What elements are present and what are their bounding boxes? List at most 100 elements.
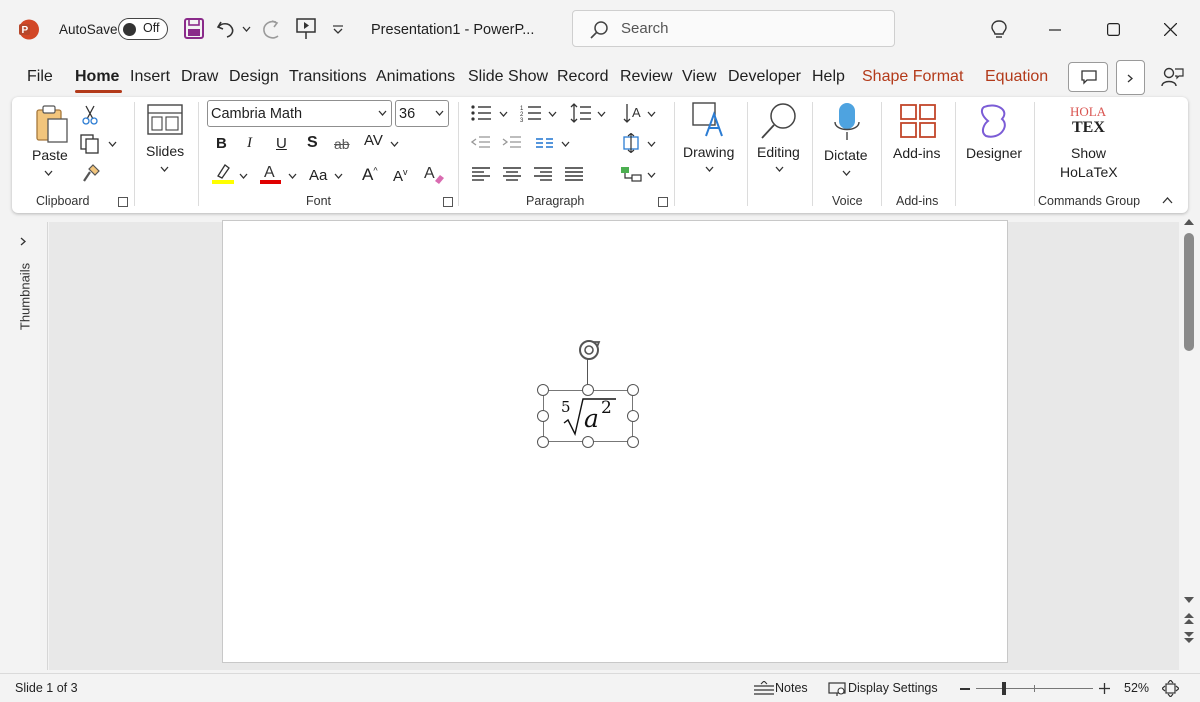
clipboard-launcher-icon[interactable] xyxy=(118,197,128,207)
change-case-icon[interactable]: Aa xyxy=(309,167,327,184)
resize-handle-bottom-right[interactable] xyxy=(627,436,639,448)
new-slide-icon[interactable] xyxy=(147,104,183,136)
tab-help[interactable]: Help xyxy=(812,68,845,86)
resize-handle-bottom[interactable] xyxy=(582,436,594,448)
text-direction-dropdown-icon[interactable] xyxy=(647,111,656,117)
columns-dropdown-icon[interactable] xyxy=(561,141,570,147)
font-launcher-icon[interactable] xyxy=(443,197,453,207)
line-spacing-dropdown-icon[interactable] xyxy=(597,111,606,117)
tab-file[interactable]: File xyxy=(27,68,53,86)
character-spacing-dropdown-icon[interactable] xyxy=(390,141,399,147)
font-color-dropdown-icon[interactable] xyxy=(288,173,297,179)
add-ins-icon[interactable] xyxy=(900,104,936,138)
tab-view[interactable]: View xyxy=(682,68,716,86)
text-shadow-icon[interactable]: S xyxy=(307,134,318,152)
expand-thumbnails-icon[interactable] xyxy=(20,237,27,246)
zoom-out-icon[interactable] xyxy=(960,688,970,690)
close-icon[interactable] xyxy=(1164,23,1177,36)
italic-icon[interactable]: I xyxy=(247,135,252,152)
smartart-dropdown-icon[interactable] xyxy=(647,172,656,178)
save-icon[interactable] xyxy=(184,18,204,39)
zoom-in-icon[interactable] xyxy=(1099,683,1110,694)
ribbon-more-button[interactable] xyxy=(1116,60,1145,95)
align-left-icon[interactable] xyxy=(472,166,490,182)
dictate-dropdown-icon[interactable] xyxy=(842,170,851,176)
tab-record[interactable]: Record xyxy=(557,68,609,86)
change-case-dropdown-icon[interactable] xyxy=(334,173,343,179)
strikethrough-icon[interactable]: ab xyxy=(334,136,350,152)
tab-review[interactable]: Review xyxy=(620,68,672,86)
smartart-icon[interactable] xyxy=(620,165,642,183)
highlight-dropdown-icon[interactable] xyxy=(239,173,248,179)
thumbnails-label[interactable]: Thumbnails xyxy=(18,257,33,337)
align-text-dropdown-icon[interactable] xyxy=(647,141,656,147)
drawing-label[interactable]: Drawing xyxy=(683,144,734,160)
zoom-slider-thumb[interactable] xyxy=(1002,682,1006,695)
autosave-toggle[interactable]: Off xyxy=(118,18,168,40)
justify-icon[interactable] xyxy=(565,166,583,182)
collapse-ribbon-icon[interactable] xyxy=(1162,197,1173,204)
columns-icon[interactable] xyxy=(536,137,554,149)
tab-shape-format[interactable]: Shape Format xyxy=(862,68,963,86)
previous-slide-icon[interactable] xyxy=(1183,612,1195,626)
tab-equation[interactable]: Equation xyxy=(985,68,1048,86)
designer-label[interactable]: Designer xyxy=(966,145,1022,161)
slides-label[interactable]: Slides xyxy=(146,143,184,159)
display-settings-button[interactable]: Display Settings xyxy=(848,681,938,695)
bullets-icon[interactable] xyxy=(470,104,492,122)
scrollbar-thumb[interactable] xyxy=(1184,233,1194,351)
align-right-icon[interactable] xyxy=(534,166,552,182)
tab-developer[interactable]: Developer xyxy=(728,68,801,86)
customize-toolbar-icon[interactable] xyxy=(333,25,343,34)
tab-slide-show[interactable]: Slide Show xyxy=(468,68,548,86)
designer-icon[interactable] xyxy=(978,104,1012,140)
maximize-icon[interactable] xyxy=(1107,23,1120,36)
next-slide-icon[interactable] xyxy=(1183,631,1195,645)
add-ins-label[interactable]: Add-ins xyxy=(893,145,940,161)
tab-insert[interactable]: Insert xyxy=(130,68,170,86)
tab-transitions[interactable]: Transitions xyxy=(289,68,367,86)
resize-handle-right[interactable] xyxy=(627,410,639,422)
editing-search-icon[interactable] xyxy=(759,102,799,140)
numbering-dropdown-icon[interactable] xyxy=(548,111,557,117)
rotate-handle-icon[interactable] xyxy=(576,338,602,362)
undo-dropdown-icon[interactable] xyxy=(242,26,251,32)
slides-dropdown-icon[interactable] xyxy=(160,166,169,172)
increase-font-size-icon[interactable]: A^ xyxy=(362,165,378,185)
paragraph-launcher-icon[interactable] xyxy=(658,197,668,207)
scroll-down-icon[interactable] xyxy=(1184,597,1194,604)
lightbulb-icon[interactable] xyxy=(991,20,1007,40)
display-settings-icon[interactable] xyxy=(828,682,846,696)
character-spacing-icon[interactable]: AV xyxy=(364,132,383,149)
numbering-icon[interactable]: 123 xyxy=(520,104,542,122)
paste-dropdown-icon[interactable] xyxy=(44,170,53,176)
editing-dropdown-icon[interactable] xyxy=(775,166,784,172)
bold-icon[interactable]: B xyxy=(216,135,227,152)
resize-handle-left[interactable] xyxy=(537,410,549,422)
font-color-icon[interactable]: A xyxy=(260,162,282,184)
cut-icon[interactable] xyxy=(82,105,98,125)
underline-icon[interactable]: U xyxy=(276,135,287,152)
clear-formatting-icon[interactable]: A xyxy=(423,163,445,185)
minimize-icon[interactable] xyxy=(1049,29,1061,31)
holatex-logo-icon[interactable]: HOLA TEX xyxy=(1068,104,1110,140)
resize-handle-top-left[interactable] xyxy=(537,384,549,396)
paste-button[interactable] xyxy=(34,104,70,144)
copy-dropdown-icon[interactable] xyxy=(108,141,117,147)
comments-button[interactable] xyxy=(1068,62,1108,92)
scroll-up-icon[interactable] xyxy=(1184,219,1194,226)
highlight-icon[interactable] xyxy=(212,162,234,184)
zoom-level[interactable]: 52% xyxy=(1124,681,1149,695)
present-from-start-icon[interactable] xyxy=(296,18,316,40)
tab-home[interactable]: Home xyxy=(75,68,119,86)
resize-handle-top-right[interactable] xyxy=(627,384,639,396)
bullets-dropdown-icon[interactable] xyxy=(499,111,508,117)
tab-animations[interactable]: Animations xyxy=(376,68,455,86)
share-presenter-icon[interactable] xyxy=(1160,66,1184,88)
align-text-icon[interactable] xyxy=(620,133,642,153)
text-direction-icon[interactable]: A xyxy=(622,102,644,124)
line-spacing-icon[interactable] xyxy=(570,102,592,124)
undo-icon[interactable] xyxy=(216,19,236,39)
align-center-icon[interactable] xyxy=(503,166,521,182)
resize-handle-bottom-left[interactable] xyxy=(537,436,549,448)
